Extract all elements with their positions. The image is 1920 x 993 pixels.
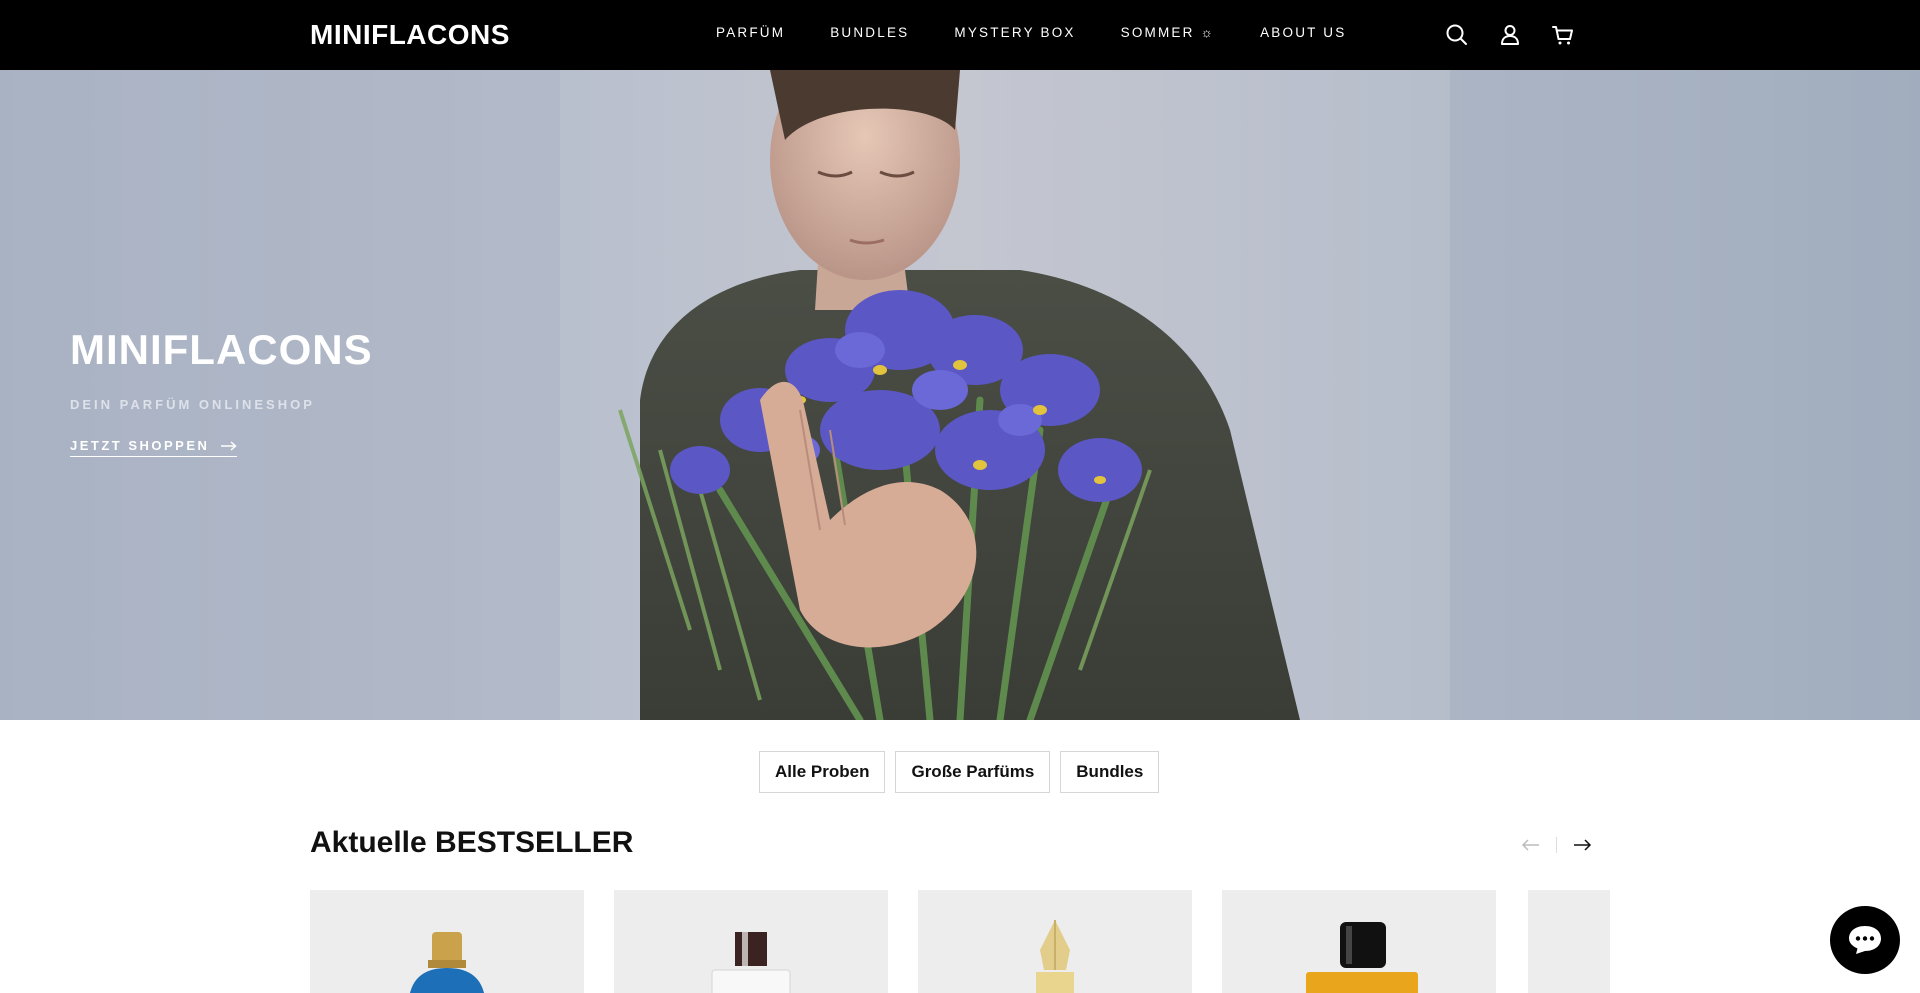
nav-item-mystery-box[interactable]: MYSTERY BOX	[954, 25, 1075, 40]
search-icon[interactable]	[1444, 22, 1470, 48]
arrow-left-icon[interactable]	[1520, 836, 1542, 854]
product-card[interactable]	[1528, 890, 1610, 993]
product-card[interactable]	[1222, 890, 1496, 993]
header-icons	[1444, 22, 1576, 48]
arrow-right-icon[interactable]	[1571, 836, 1593, 854]
bestseller-title: Aktuelle BESTSELLER	[310, 826, 634, 859]
pill-alle-proben[interactable]: Alle Proben	[759, 751, 886, 793]
hero-banner: MINIFLACONS DEIN PARFÜM ONLINESHOP JETZT…	[0, 70, 1920, 720]
product-image	[409, 932, 485, 993]
arrow-right-icon	[221, 440, 238, 451]
product-card[interactable]	[614, 890, 888, 993]
account-icon[interactable]	[1497, 22, 1523, 48]
product-image	[1036, 920, 1074, 993]
carousel-controls	[1520, 836, 1593, 854]
hero-image	[0, 70, 1920, 720]
pill-bundles[interactable]: Bundles	[1060, 751, 1160, 793]
nav-item-sommer[interactable]: SOMMER ☼	[1121, 25, 1215, 40]
site-header: MINIFLACONS PARFÜM BUNDLES MYSTERY BOX S…	[0, 0, 1920, 70]
pill-grosse-parfums[interactable]: Große Parfüms	[895, 751, 1051, 793]
category-pills: Alle Proben Große Parfüms Bundles	[759, 751, 1160, 793]
product-image	[1306, 922, 1418, 993]
hero-shop-now-link[interactable]: JETZT SHOPPEN	[70, 438, 238, 457]
main-nav: PARFÜM BUNDLES MYSTERY BOX SOMMER ☼ ABOU…	[716, 25, 1346, 40]
hero-title: MINIFLACONS	[70, 326, 373, 373]
product-carousel	[310, 890, 1610, 993]
hero-cta-label: JETZT SHOPPEN	[70, 438, 210, 453]
cart-icon[interactable]	[1550, 22, 1576, 48]
nav-item-about-us[interactable]: ABOUT US	[1260, 25, 1346, 40]
product-card[interactable]	[918, 890, 1192, 993]
chat-button[interactable]	[1830, 906, 1900, 974]
product-image	[711, 932, 791, 993]
nav-item-bundles[interactable]: BUNDLES	[830, 25, 909, 40]
site-logo[interactable]: MINIFLACONS	[310, 19, 510, 51]
carousel-divider	[1556, 837, 1557, 853]
hero-subtitle: DEIN PARFÜM ONLINESHOP	[70, 397, 315, 412]
chat-bubble-icon	[1849, 926, 1881, 954]
nav-item-parfum[interactable]: PARFÜM	[716, 25, 785, 40]
product-card[interactable]	[310, 890, 584, 993]
